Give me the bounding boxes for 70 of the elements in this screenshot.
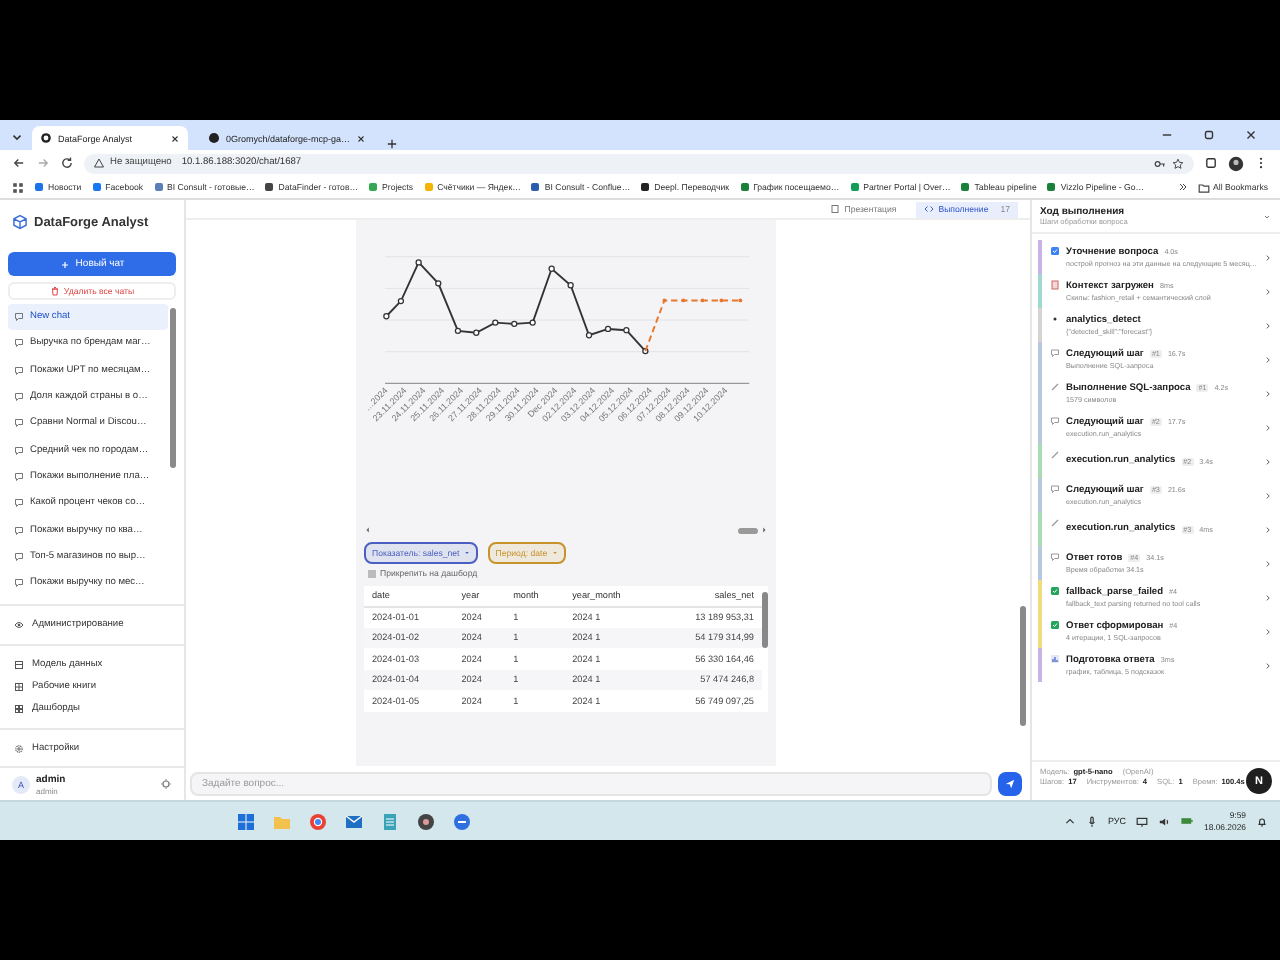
bell-icon[interactable]	[1256, 815, 1268, 827]
scrollbar-thumb[interactable]	[170, 308, 176, 468]
disc-icon[interactable]	[416, 811, 436, 831]
back-icon[interactable]	[12, 156, 26, 170]
chevron-up-icon[interactable]	[1064, 815, 1077, 827]
chat-bubble-icon	[1050, 552, 1060, 562]
chat-bubble-icon	[14, 418, 24, 429]
chat-bubble-icon	[1050, 484, 1060, 494]
send-icon	[1004, 777, 1016, 789]
forecast-line	[644, 298, 743, 353]
plus-icon	[59, 259, 70, 269]
cube-logo-icon	[12, 214, 28, 230]
windows-logo-icon[interactable]	[236, 811, 256, 831]
chat-bubble-icon	[14, 312, 24, 323]
scrollbar-thumb[interactable]	[1020, 606, 1026, 726]
folder-icon	[1197, 181, 1210, 193]
chevron-double-icon[interactable]	[1177, 182, 1188, 192]
chat-bubble-icon	[14, 471, 24, 482]
settings-icon	[14, 744, 24, 754]
pin-checkbox[interactable]	[368, 569, 376, 577]
warning-icon	[94, 158, 104, 168]
close-icon[interactable]	[170, 133, 180, 143]
chat-bubble-icon	[14, 578, 24, 589]
reload-icon[interactable]	[60, 156, 74, 170]
chat-bubble-icon	[14, 498, 24, 509]
tab-list-icon[interactable]	[10, 130, 24, 144]
close-icon[interactable]	[356, 133, 367, 143]
checkbox-icon	[1050, 586, 1060, 596]
chat-bubble-icon	[14, 525, 24, 536]
star-icon[interactable]	[1172, 157, 1184, 169]
chat-bubble-icon	[14, 551, 24, 562]
profile-avatar-icon[interactable]	[1228, 155, 1244, 171]
scrollbar-thumb[interactable]	[762, 592, 768, 648]
chat-bubble-icon	[14, 445, 24, 456]
monitor-icon[interactable]	[1136, 815, 1149, 827]
chat-bubble-icon	[14, 392, 24, 403]
forward-icon	[36, 156, 50, 170]
more-menu-icon[interactable]	[1254, 156, 1268, 170]
microphone-icon[interactable]	[1086, 815, 1099, 827]
scrollbar-thumb[interactable]	[738, 527, 758, 533]
chat-bubble-icon	[1050, 416, 1060, 426]
bar-chart-icon	[1050, 654, 1060, 664]
key-icon[interactable]	[1154, 157, 1166, 169]
close-icon[interactable]	[1244, 128, 1258, 142]
checkbox-icon	[1050, 246, 1060, 256]
new-tab-icon[interactable]	[386, 138, 399, 150]
theme-toggle-icon[interactable]	[160, 778, 172, 790]
circle-app-icon[interactable]	[452, 811, 472, 831]
browser-icon[interactable]	[308, 811, 328, 831]
minimize-icon[interactable]	[1160, 128, 1174, 142]
checkbox-icon	[1050, 620, 1060, 630]
eye-icon	[14, 620, 24, 630]
document-icon	[830, 204, 841, 214]
chat-bubble-icon	[14, 365, 24, 376]
maximize-icon[interactable]	[1202, 128, 1216, 142]
apps-grid-icon[interactable]	[12, 181, 24, 193]
dashboard-icon	[14, 704, 24, 714]
database-icon	[14, 660, 24, 670]
scroll-right-icon[interactable]	[760, 526, 768, 534]
code-icon	[924, 204, 935, 214]
speaker-icon[interactable]	[1158, 815, 1171, 827]
grid-icon	[14, 682, 24, 692]
chat-bubble-icon	[14, 338, 24, 349]
send-button[interactable]	[998, 771, 1022, 795]
trash-icon	[49, 286, 60, 296]
dot-icon	[1050, 314, 1060, 324]
chat-bubble-icon	[1050, 348, 1060, 358]
document-icon	[1050, 280, 1060, 290]
extensions-icon[interactable]	[1204, 156, 1218, 170]
mail-icon[interactable]	[344, 811, 364, 831]
